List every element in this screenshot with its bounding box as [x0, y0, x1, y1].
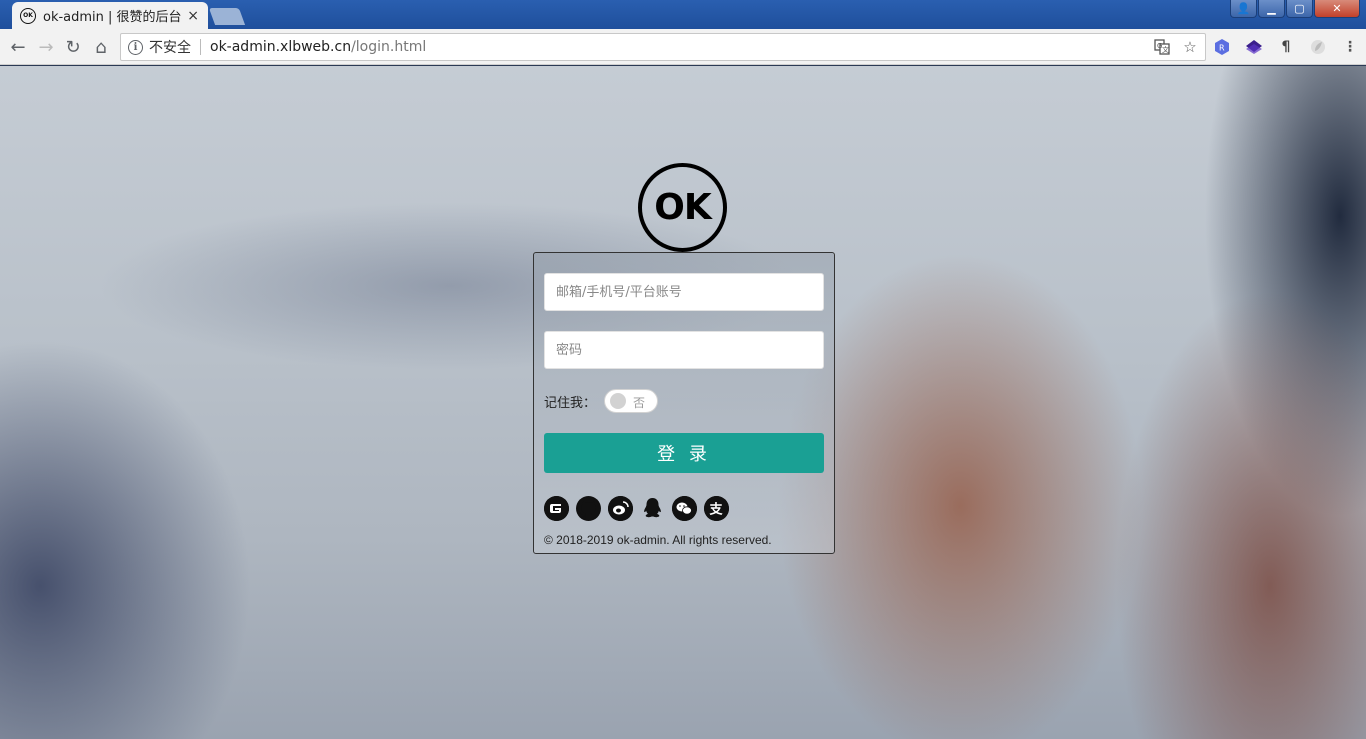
- window-controls: 👤 ▁ ▢ ✕: [1230, 0, 1360, 18]
- username-input[interactable]: [544, 273, 824, 311]
- svg-text:支: 支: [709, 502, 724, 518]
- address-separator: [200, 39, 201, 55]
- gitee-icon[interactable]: [544, 496, 569, 521]
- url-path[interactable]: /login.html: [351, 39, 426, 55]
- login-page: OK 记住我： 否 登 录 支: [0, 66, 1366, 739]
- omnibox-actions: G文 ☆: [1153, 38, 1199, 56]
- pilcrow-extension-icon[interactable]: ¶: [1276, 37, 1296, 57]
- layers-extension-icon[interactable]: [1244, 37, 1264, 57]
- minimize-button[interactable]: ▁: [1258, 0, 1285, 18]
- qq-icon[interactable]: [640, 496, 665, 521]
- star-icon[interactable]: ☆: [1181, 38, 1199, 56]
- forward-button[interactable]: →: [36, 37, 56, 58]
- login-form: 记住我： 否 登 录 支 © 2018: [533, 252, 835, 554]
- address-bar[interactable]: i 不安全 ok-admin.xlbweb.cn /login.html G文 …: [120, 33, 1206, 61]
- url-host[interactable]: ok-admin.xlbweb.cn: [210, 39, 351, 55]
- translate-icon[interactable]: G文: [1153, 38, 1171, 56]
- alipay-icon[interactable]: 支: [704, 496, 729, 521]
- ok-favicon-icon: OK: [20, 7, 36, 24]
- info-icon[interactable]: i: [128, 39, 143, 55]
- remember-me-toggle[interactable]: 否: [604, 389, 658, 413]
- home-button[interactable]: ⌂: [91, 37, 111, 58]
- browser-titlebar: OK ok-admin | 很赞的后台模 × 👤 ▁ ▢ ✕: [0, 0, 1366, 29]
- tab-title: ok-admin | 很赞的后台模: [43, 10, 183, 25]
- login-button[interactable]: 登 录: [544, 433, 824, 473]
- new-tab-button[interactable]: [208, 8, 246, 25]
- copyright-text: © 2018-2019 ok-admin. All rights reserve…: [544, 533, 772, 547]
- toggle-state-text: 否: [633, 396, 646, 410]
- ok-logo: OK: [638, 163, 727, 252]
- browser-tab[interactable]: OK ok-admin | 很赞的后台模 ×: [12, 2, 208, 29]
- reload-button[interactable]: ↻: [63, 37, 83, 58]
- security-label[interactable]: 不安全: [149, 37, 191, 57]
- maximize-button[interactable]: ▢: [1286, 0, 1313, 18]
- tab-close-icon[interactable]: ×: [186, 8, 200, 24]
- svg-text:R: R: [1219, 44, 1225, 53]
- browser-toolbar: ← → ↻ ⌂ i 不安全 ok-admin.xlbweb.cn /login.…: [0, 29, 1366, 65]
- r-extension-icon[interactable]: R: [1212, 37, 1232, 57]
- menu-icon[interactable]: ⋮: [1340, 37, 1360, 57]
- weibo-icon[interactable]: [608, 496, 633, 521]
- user-profile-button[interactable]: 👤: [1230, 0, 1257, 18]
- close-window-button[interactable]: ✕: [1314, 0, 1360, 18]
- leaf-extension-icon[interactable]: [1308, 37, 1328, 57]
- svg-text:文: 文: [1162, 45, 1169, 54]
- wechat-icon[interactable]: [672, 496, 697, 521]
- social-login-icons: 支: [544, 496, 729, 521]
- toggle-knob: [610, 393, 626, 409]
- remember-me-label: 记住我：: [544, 396, 597, 411]
- back-button[interactable]: ←: [8, 37, 28, 58]
- extensions-area: R ¶ ⋮: [1212, 37, 1360, 57]
- password-input[interactable]: [544, 331, 824, 369]
- github-icon[interactable]: [576, 496, 601, 521]
